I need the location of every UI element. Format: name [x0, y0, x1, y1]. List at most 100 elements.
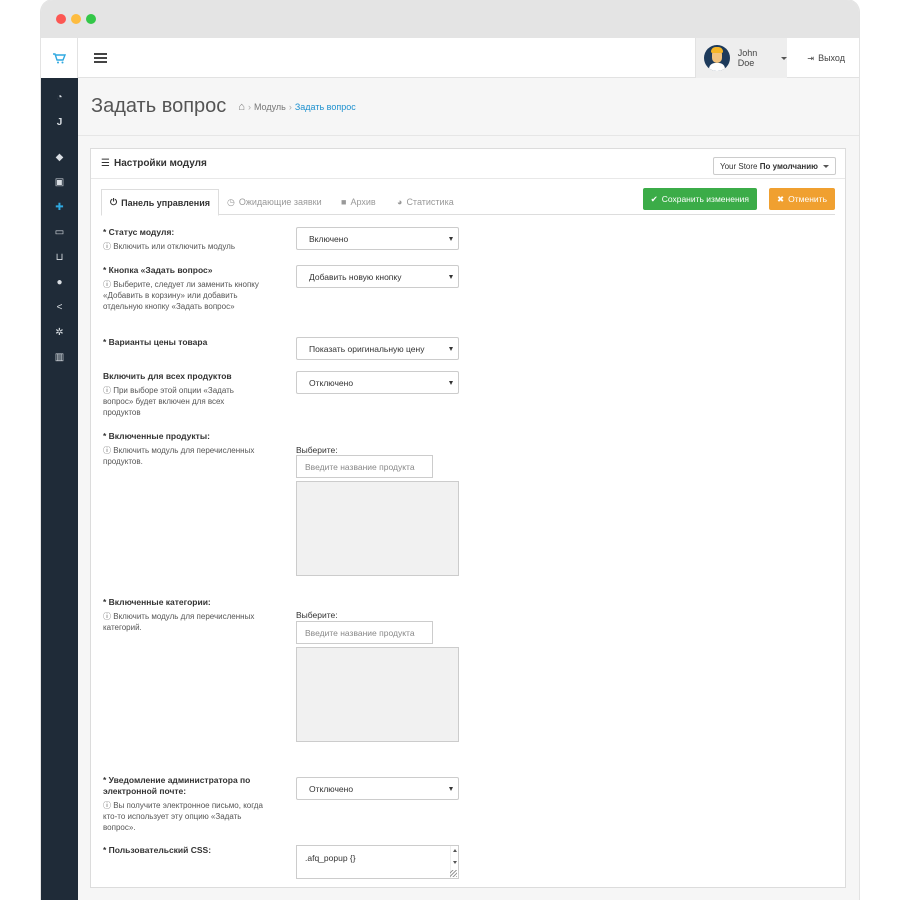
css-label: * Пользовательский CSS:	[103, 845, 263, 856]
categories-label: * Включенные категории: ⓘ Включить модул…	[103, 597, 263, 633]
dropdown-arrow-icon	[449, 237, 453, 241]
products-list[interactable]	[296, 481, 459, 576]
tab-label: Архив	[350, 197, 376, 207]
products-choose-label: Выберите:	[296, 445, 338, 455]
logout-label: Выход	[818, 53, 845, 63]
sidebar-item-dashboard[interactable]: ◔	[41, 85, 78, 110]
home-icon[interactable]: ⌂	[238, 101, 245, 113]
gear-icon: ✲	[55, 327, 64, 338]
panel-title: Настройки модуля	[113, 158, 207, 169]
products-label-text: * Включенные продукты:	[103, 431, 210, 441]
notify-select[interactable]: Отключено	[296, 777, 459, 800]
top-header: John Doe ⇥ Выход	[41, 37, 859, 78]
page-header: Задать вопрос ⌂ › Модуль › Задать вопрос	[78, 78, 859, 136]
all-products-label-text: Включить для всех продуктов	[103, 371, 232, 381]
breadcrumb: ⌂ › Модуль › Задать вопрос	[238, 100, 356, 113]
notify-value: Отключено	[309, 783, 354, 794]
minimize-window-dot[interactable]	[71, 14, 81, 24]
breadcrumb-module[interactable]: Модуль	[254, 102, 286, 112]
notify-hint: Вы получите электронное письмо, когда кт…	[103, 801, 263, 832]
notify-label: * Уведомление администратора по электрон…	[103, 775, 263, 833]
status-select[interactable]: Включено	[296, 227, 459, 250]
logo[interactable]	[41, 37, 78, 78]
store-prefix: Your Store	[719, 161, 758, 171]
image-icon: ▣	[54, 177, 65, 188]
sidebar-item-design[interactable]: ▭	[41, 220, 78, 245]
notify-label-text: * Уведомление администратора по электрон…	[103, 775, 251, 796]
sidebar-item-images[interactable]: ▣	[41, 170, 78, 195]
tab-archive[interactable]: ■ Архив	[333, 189, 384, 215]
page-title: Задать вопрос	[91, 95, 227, 117]
settings-panel: ☰ Настройки модуля Your Store По умолчан…	[90, 148, 846, 888]
categories-label-text: * Включенные категории:	[103, 597, 211, 607]
button-select[interactable]: Добавить новую кнопку	[296, 265, 459, 288]
close-icon: ✖	[777, 193, 785, 204]
sidebar-item-joomla[interactable]: J	[41, 110, 78, 135]
categories-hint: Включить модуль для перечисленных катего…	[103, 612, 255, 632]
close-window-dot[interactable]	[56, 14, 66, 24]
sidebar-item-reports[interactable]: ▥	[41, 345, 78, 370]
price-select[interactable]: Показать оригинальную цену	[296, 337, 459, 360]
cancel-button[interactable]: ✖ Отменить	[769, 188, 835, 210]
button-hint: Выберите, следует ли заменить кнопку «До…	[103, 280, 259, 311]
price-label: * Варианты цены товара	[103, 337, 263, 348]
info-icon: ⓘ	[103, 612, 111, 621]
all-products-select[interactable]: Отключено	[296, 371, 459, 394]
price-label-text: * Варианты цены товара	[103, 337, 208, 347]
cart-logo-icon	[53, 52, 66, 63]
browser-window: John Doe ⇥ Выход ◔ J ◆ ▣ ✚ ▭ ⊔ ● < ✲ ▥ З…	[41, 0, 859, 900]
logout-link[interactable]: ⇥ Выход	[807, 38, 845, 78]
status-value: Включено	[309, 233, 349, 244]
sidebar-item-customers[interactable]: ●	[41, 270, 78, 295]
button-value: Добавить новую кнопку	[309, 271, 402, 282]
bar-chart-icon: ▥	[54, 352, 65, 363]
tab-pending[interactable]: ◷ Ожидающие заявки	[219, 189, 330, 215]
categories-list[interactable]	[296, 647, 459, 742]
button-label: * Кнопка «Задать вопрос» ⓘ Выберите, сле…	[103, 265, 263, 312]
all-products-hint: При выборе этой опции «Задать вопрос» бу…	[103, 386, 234, 417]
custom-css-textarea[interactable]: .afq_popup {}	[296, 845, 459, 879]
status-hint: Включить или отключить модуль	[113, 242, 235, 251]
sidebar-item-catalog[interactable]: ◆	[41, 145, 78, 170]
check-icon: ✔	[650, 193, 658, 204]
store-select[interactable]: Your Store По умолчанию	[712, 157, 836, 175]
tag-icon: ◆	[55, 152, 64, 163]
sidebar-item-system[interactable]: ✲	[41, 320, 78, 345]
tab-label: Ожидающие заявки	[238, 197, 322, 207]
sidebar-item-marketing[interactable]: <	[41, 295, 78, 320]
breadcrumb-current[interactable]: Задать вопрос	[295, 102, 356, 112]
avatar	[704, 45, 730, 71]
tab-dashboard[interactable]: ⏻ Панель управления	[101, 189, 219, 216]
css-label-text: * Пользовательский CSS:	[103, 845, 212, 855]
save-button[interactable]: ✔ Сохранить изменения	[642, 188, 757, 210]
chevron-down-icon	[781, 56, 787, 60]
info-icon: ⓘ	[103, 386, 111, 395]
store-value: По умолчанию	[759, 161, 818, 171]
sidebar-item-extensions[interactable]: ✚	[41, 195, 78, 220]
tabs-bar: ⏻ Панель управления ◷ Ожидающие заявки ■ Ар…	[101, 188, 835, 216]
categories-search-input[interactable]: Введите название продукта	[296, 621, 433, 644]
user-name: John Doe	[737, 48, 758, 68]
pie-chart-icon: ◕	[397, 197, 403, 207]
user-menu[interactable]: John Doe	[695, 38, 787, 78]
share-icon: <	[56, 302, 63, 313]
status-label-text: * Статус модуля:	[103, 227, 175, 237]
products-search-input[interactable]: Введите название продукта	[296, 455, 433, 478]
sidebar-item-sales[interactable]: ⊔	[41, 245, 78, 270]
list-icon: ☰	[101, 158, 110, 169]
sign-out-icon: ⇥	[807, 53, 815, 63]
tab-statistics[interactable]: ◕ Статистика	[389, 189, 462, 215]
dashboard-icon: ◔	[56, 92, 63, 103]
joomla-icon: J	[56, 117, 63, 128]
menu-toggle-icon[interactable]	[94, 51, 107, 65]
resize-handle-icon[interactable]	[450, 870, 457, 877]
products-label: * Включенные продукты: ⓘ Включить модуль…	[103, 431, 263, 467]
maximize-window-dot[interactable]	[86, 14, 96, 24]
categories-choose-label: Выберите:	[296, 610, 338, 620]
info-icon: ⓘ	[103, 242, 111, 251]
status-label: * Статус модуля: ⓘ Включить или отключит…	[103, 227, 263, 252]
products-hint: Включить модуль для перечисленных продук…	[103, 446, 255, 466]
user-icon: ●	[56, 277, 63, 288]
power-icon: ⏻	[110, 197, 118, 207]
puzzle-icon: ✚	[55, 202, 64, 213]
